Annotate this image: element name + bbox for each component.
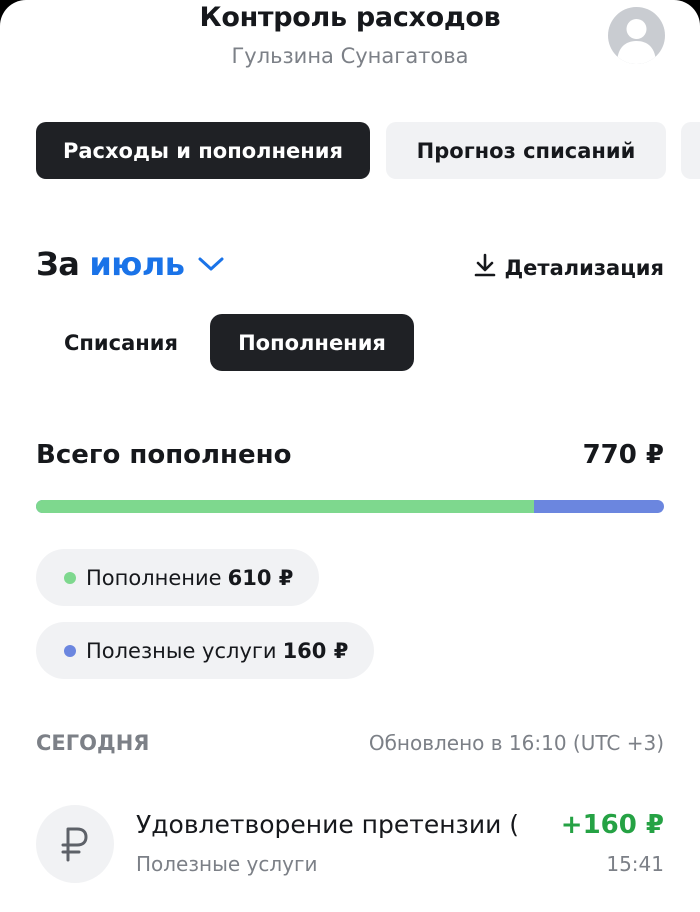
page-title: Контроль расходов (199, 2, 501, 33)
segment-charges[interactable]: Списания (36, 314, 206, 371)
blue-dot-icon (64, 644, 76, 657)
tab-next-partial[interactable] (681, 122, 700, 179)
transaction-amount: +160 ₽ (560, 810, 664, 840)
legend-chip-topup[interactable]: Пополнение 610 ₽ (36, 549, 320, 606)
details-label: Детализация (504, 255, 664, 280)
ruble-icon (36, 805, 114, 883)
split-progress-bar (36, 500, 664, 513)
legend-label: Пополнение (86, 565, 222, 590)
expense-control-screen: Контроль расходов Гульзина Сунагатова Ра… (0, 0, 700, 912)
updated-timestamp: Обновлено в 16:10 (UTC +3) (368, 731, 664, 755)
tab-expenses-and-topups[interactable]: Расходы и пополнения (36, 122, 370, 179)
total-label: Всего пополнено (36, 440, 292, 470)
legend-label: Полезные услуги (86, 638, 277, 663)
split-bar-topup-portion (36, 500, 534, 513)
section-title-today: СЕГОДНЯ (36, 731, 150, 755)
details-button[interactable]: Детализация (474, 253, 664, 282)
legend-amount: 610 ₽ (227, 565, 294, 590)
avatar[interactable] (608, 7, 665, 64)
total-amount: 770 ₽ (582, 440, 664, 470)
legend-chip-services[interactable]: Полезные услуги 160 ₽ (36, 622, 375, 679)
legend-amount: 160 ₽ (282, 638, 349, 663)
tab-charges-forecast[interactable]: Прогноз списаний (386, 122, 666, 179)
user-silhouette-icon (617, 19, 656, 64)
period-prefix: За (36, 245, 80, 283)
transaction-title[interactable]: Удовлетворение претензии ( (136, 810, 546, 839)
transaction-category: Полезные услуги (136, 852, 318, 876)
chevron-down-icon (197, 255, 225, 273)
green-dot-icon (64, 571, 76, 584)
period-month: июль (89, 245, 185, 283)
period-selector[interactable]: За июль (36, 245, 225, 283)
download-icon (474, 253, 496, 282)
segment-topups[interactable]: Пополнения (210, 314, 414, 371)
account-holder-name: Гульзина Сунагатова (231, 44, 469, 68)
transaction-time: 15:41 (606, 852, 664, 876)
